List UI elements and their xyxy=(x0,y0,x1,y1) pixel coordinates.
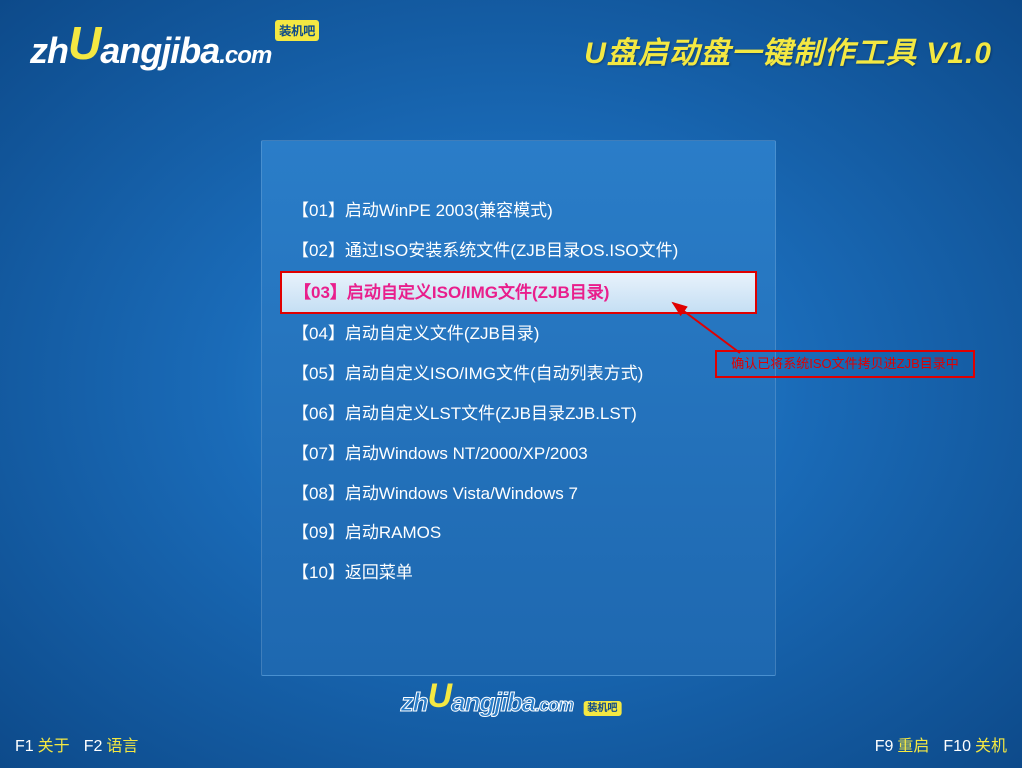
annotation-callout: 确认已将系统ISO文件拷贝进ZJB目录中 xyxy=(715,350,975,378)
logo-bottom-rest: angjiba xyxy=(451,687,535,717)
footer-right: F9重启 F10关机 xyxy=(875,732,1007,756)
header: zhUangjiba.com 装机吧 U盘启动盘一键制作工具 V1.0 xyxy=(0,0,1022,74)
menu-item-01[interactable]: 【01】启动WinPE 2003(兼容模式) xyxy=(262,191,775,231)
footer-f1-about[interactable]: F1关于 xyxy=(15,732,70,756)
boot-menu-panel: 【01】启动WinPE 2003(兼容模式) 【02】通过ISO安装系统文件(Z… xyxy=(261,140,776,676)
logo-cn-badge: 装机吧 xyxy=(275,20,319,41)
footer-f10-shutdown[interactable]: F10关机 xyxy=(943,732,1007,756)
menu-item-05[interactable]: 【05】启动自定义ISO/IMG文件(自动列表方式) xyxy=(262,354,775,394)
footer-f2-language[interactable]: F2语言 xyxy=(84,732,139,756)
logo-top: zhUangjiba.com 装机吧 xyxy=(30,20,319,74)
menu-item-03[interactable]: 【03】启动自定义ISO/IMG文件(ZJB目录) xyxy=(280,271,757,315)
menu-item-09[interactable]: 【09】启动RAMOS xyxy=(262,513,775,553)
menu-item-07[interactable]: 【07】启动Windows NT/2000/XP/2003 xyxy=(262,434,775,474)
logo-bottom-com: .com xyxy=(535,695,573,715)
footer-left: F1关于 F2语言 xyxy=(15,732,138,756)
logo-bottom-u: U xyxy=(428,677,452,716)
menu-item-02[interactable]: 【02】通过ISO安装系统文件(ZJB目录OS.ISO文件) xyxy=(262,231,775,271)
menu-item-04[interactable]: 【04】启动自定义文件(ZJB目录) xyxy=(262,314,775,354)
logo-part-u: U xyxy=(68,16,100,70)
logo-bottom-cn-badge: 装机吧 xyxy=(583,701,621,716)
logo-bottom: zhUangjiba.com 装机吧 xyxy=(401,681,622,720)
logo-part-com: .com xyxy=(219,42,271,69)
logo-part-rest: angjiba xyxy=(100,30,219,71)
menu-item-06[interactable]: 【06】启动自定义LST文件(ZJB目录ZJB.LST) xyxy=(262,394,775,434)
logo-bottom-zh: zh xyxy=(401,687,428,717)
app-title: U盘启动盘一键制作工具 V1.0 xyxy=(584,28,992,72)
menu-item-08[interactable]: 【08】启动Windows Vista/Windows 7 xyxy=(262,474,775,514)
logo-part-zh: zh xyxy=(30,30,68,71)
footer-bar: F1关于 F2语言 F9重启 F10关机 xyxy=(0,732,1022,756)
footer-f9-reboot[interactable]: F9重启 xyxy=(875,732,930,756)
menu-item-10[interactable]: 【10】返回菜单 xyxy=(262,553,775,593)
